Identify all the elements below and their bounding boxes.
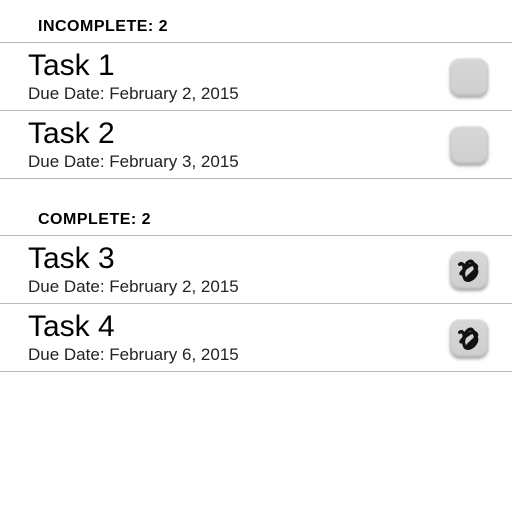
task-row[interactable]: Task 3 Due Date: February 2, 2015 xyxy=(0,235,512,303)
section-incomplete: INCOMPLETE: 2 Task 1 Due Date: February … xyxy=(0,14,512,179)
section-header-complete: COMPLETE: 2 xyxy=(0,207,512,235)
task-row[interactable]: Task 4 Due Date: February 6, 2015 xyxy=(0,303,512,372)
task-row-text: Task 3 Due Date: February 2, 2015 xyxy=(28,242,450,297)
task-checkbox[interactable] xyxy=(450,251,488,289)
task-due-date: Due Date: February 2, 2015 xyxy=(28,277,450,297)
task-title: Task 3 xyxy=(28,242,450,275)
task-due-date: Due Date: February 6, 2015 xyxy=(28,345,450,365)
task-title: Task 2 xyxy=(28,117,450,150)
task-due-date: Due Date: February 2, 2015 xyxy=(28,84,450,104)
task-row[interactable]: Task 2 Due Date: February 3, 2015 xyxy=(0,110,512,179)
task-row[interactable]: Task 1 Due Date: February 2, 2015 xyxy=(0,42,512,110)
task-row-text: Task 1 Due Date: February 2, 2015 xyxy=(28,49,450,104)
task-checkbox[interactable] xyxy=(450,126,488,164)
task-checkbox[interactable] xyxy=(450,319,488,357)
check-scribble-icon xyxy=(454,255,484,285)
task-list-screen: INCOMPLETE: 2 Task 1 Due Date: February … xyxy=(0,0,512,372)
section-complete: COMPLETE: 2 Task 3 Due Date: February 2,… xyxy=(0,207,512,372)
task-checkbox[interactable] xyxy=(450,58,488,96)
task-row-text: Task 4 Due Date: February 6, 2015 xyxy=(28,310,450,365)
section-header-incomplete: INCOMPLETE: 2 xyxy=(0,14,512,42)
task-title: Task 4 xyxy=(28,310,450,343)
section-gap xyxy=(0,179,512,207)
task-title: Task 1 xyxy=(28,49,450,82)
task-row-text: Task 2 Due Date: February 3, 2015 xyxy=(28,117,450,172)
task-due-date: Due Date: February 3, 2015 xyxy=(28,152,450,172)
check-scribble-icon xyxy=(454,323,484,353)
